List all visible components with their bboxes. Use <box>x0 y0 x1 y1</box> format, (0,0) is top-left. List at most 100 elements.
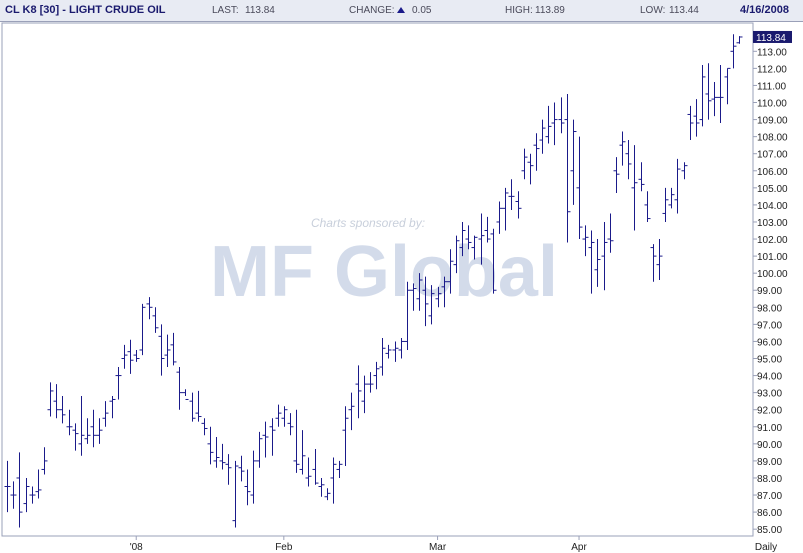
ohlc-bar <box>244 469 251 506</box>
y-tick-label: 104.00 <box>757 201 788 212</box>
y-tick-label: 102.00 <box>757 235 788 246</box>
ohlc-bar <box>16 452 23 528</box>
ohlc-bar <box>582 225 589 257</box>
ohlc-bar <box>299 430 306 475</box>
x-tick-label: Daily <box>755 542 777 553</box>
ohlc-bar <box>717 64 724 123</box>
y-tick-label: 113.00 <box>757 47 787 58</box>
ohlc-bar <box>355 365 362 419</box>
y-tick-label: 111.00 <box>757 81 787 92</box>
ohlc-bar <box>305 457 312 487</box>
ohlc-bar <box>164 334 171 368</box>
ohlc-bar <box>336 460 343 478</box>
ohlc-bar <box>133 349 140 362</box>
ohlc-bar <box>379 338 386 376</box>
y-tick-label: 88.00 <box>757 474 782 485</box>
ohlc-bar <box>121 344 128 369</box>
ohlc-bar <box>219 443 226 470</box>
ohlc-bar <box>109 396 116 419</box>
ohlc-bar <box>59 396 66 424</box>
ohlc-bar <box>385 344 392 359</box>
price-chart: Charts sponsored by: MF Global 85.00 86.0… <box>1 22 792 553</box>
ohlc-bar <box>66 409 73 436</box>
ohlc-bar <box>182 389 189 400</box>
y-tick-label: 87.00 <box>757 491 782 502</box>
ohlc-bar <box>674 158 681 214</box>
y-tick-label: 101.00 <box>757 252 788 263</box>
x-axis: '08 Feb Mar Apr Daily <box>130 536 777 553</box>
y-tick-label: 91.00 <box>757 423 782 434</box>
last-price-marker: 113.84 <box>753 30 792 44</box>
ohlc-bar <box>35 469 42 499</box>
ohlc-bar <box>96 418 103 444</box>
ohlc-bar <box>515 191 522 219</box>
ohlc-bar <box>176 367 183 410</box>
ohlc-bar <box>146 297 153 320</box>
ohlc-bar <box>638 162 645 192</box>
ohlc-bar <box>47 382 54 417</box>
ohlc-bar <box>269 418 276 456</box>
y-tick-label: 99.00 <box>757 286 782 297</box>
ohlc-bar <box>508 179 515 211</box>
ohlc-bar <box>724 67 731 105</box>
ohlc-bar <box>127 339 134 374</box>
ohlc-bar <box>607 213 614 253</box>
y-tick-label: 94.00 <box>757 372 782 383</box>
ohlc-bar <box>650 244 657 282</box>
ohlc-bar <box>711 82 718 117</box>
ohlc-bar <box>287 413 294 436</box>
ohlc-bar <box>158 324 165 376</box>
ohlc-bar <box>398 338 405 359</box>
ohlc-bar <box>662 187 669 222</box>
ohlc-bar <box>189 392 196 422</box>
y-axis: 85.00 86.00 87.00 88.00 89.00 90.00 91.00 92.00… <box>753 47 788 536</box>
ohlc-bar <box>225 454 232 485</box>
ohlc-bar <box>699 64 706 127</box>
y-tick-label: 107.00 <box>757 150 788 161</box>
ohlc-bar <box>318 477 325 497</box>
ohlc-bar <box>102 401 109 427</box>
ohlc-bar <box>41 447 48 475</box>
y-tick-label: 93.00 <box>757 389 782 400</box>
ohlc-bar <box>195 390 202 422</box>
y-tick-label: 106.00 <box>757 167 788 178</box>
ohlc-bar <box>527 153 534 185</box>
y-tick-label: 108.00 <box>757 133 788 144</box>
ohlc-bar <box>250 450 257 504</box>
ohlc-bar <box>207 426 214 465</box>
ohlc-bar <box>631 145 638 231</box>
ohlc-bar <box>693 99 700 137</box>
ohlc-bar <box>668 187 675 209</box>
ohlc-bar <box>730 34 737 69</box>
ohlc-bar <box>10 481 17 509</box>
ohlc-bar <box>521 148 528 180</box>
ohlc-bar <box>545 105 552 144</box>
ohlc-bar <box>625 140 632 180</box>
ohlc-bar <box>613 157 620 193</box>
y-tick-label: 103.00 <box>757 218 788 229</box>
ohlc-bar <box>594 239 601 287</box>
y-tick-label: 95.00 <box>757 355 782 366</box>
ohlc-bar <box>564 93 571 243</box>
ohlc-bar <box>539 119 546 154</box>
ohlc-bar <box>533 133 540 171</box>
x-tick-label: Apr <box>571 542 587 553</box>
ohlc-bar <box>324 488 331 501</box>
y-tick-label: 110.00 <box>757 99 787 110</box>
ohlc-bar <box>53 384 60 419</box>
ohlc-bar <box>342 406 349 467</box>
ohlc-bar <box>601 221 608 291</box>
ohlc-bar <box>152 307 159 333</box>
sponsor-text: Charts sponsored by: <box>311 216 425 230</box>
mf-global-logo: MF Global <box>210 232 558 312</box>
ohlc-bar <box>262 421 269 458</box>
y-tick-label: 89.00 <box>757 457 782 468</box>
y-tick-label: 105.00 <box>757 184 788 195</box>
last-price-label: 113.84 <box>756 33 786 44</box>
ohlc-bar <box>736 36 743 44</box>
ohlc-bar <box>139 303 146 356</box>
ohlc-bar <box>392 341 399 362</box>
ohlc-bar <box>330 457 337 504</box>
y-tick-label: 112.00 <box>757 64 787 75</box>
y-tick-label: 100.00 <box>757 269 788 280</box>
